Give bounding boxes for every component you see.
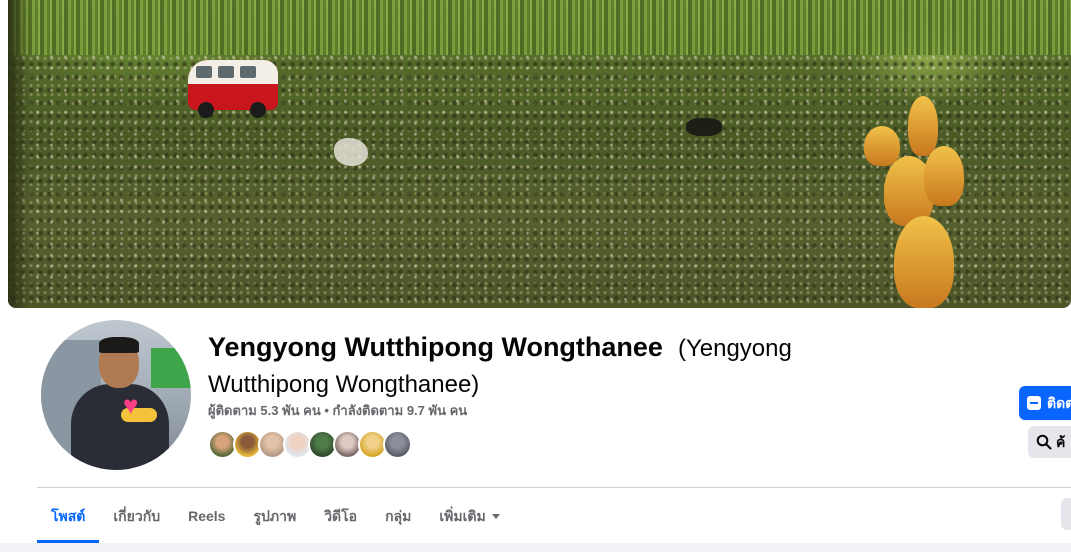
search-button[interactable]: ค้ — [1028, 426, 1071, 458]
profile-tabs: โพสต์ เกี่ยวกับ Reels รูปภาพ วิดีโอ กลุ่… — [37, 489, 514, 543]
cover-stone — [334, 138, 368, 166]
cover-object — [686, 118, 722, 136]
tab-label: โพสต์ — [51, 508, 86, 524]
search-icon — [1036, 434, 1052, 450]
tab-label: Reels — [188, 508, 226, 524]
tab-reels[interactable]: Reels — [174, 489, 239, 543]
page-background-strip — [0, 543, 1071, 552]
follower-stats[interactable]: ผู้ติดตาม 5.3 พัน คน • กำลังติดตาม 9.7 พ… — [208, 403, 467, 419]
tab-label: เกี่ยวกับ — [113, 508, 161, 524]
profile-primary-name: Yengyong Wutthipong Wongthanee — [208, 332, 663, 362]
profile-avatar[interactable]: ♥ — [41, 320, 191, 470]
profile-name: Yengyong Wutthipong Wongthanee (Yengyong… — [208, 330, 868, 402]
tab-photos[interactable]: รูปภาพ — [239, 489, 310, 543]
cover-shadow — [8, 0, 30, 308]
more-options-button[interactable] — [1061, 498, 1071, 530]
tab-groups[interactable]: กลุ่ม — [371, 489, 425, 543]
follow-button[interactable]: ติดต — [1019, 386, 1071, 420]
cover-plant — [854, 96, 994, 308]
follow-icon — [1027, 396, 1041, 410]
chevron-down-icon — [491, 514, 500, 519]
tab-label: เพิ่มเติม — [439, 508, 486, 524]
tab-posts[interactable]: โพสต์ — [37, 489, 100, 543]
tab-videos[interactable]: วิดีโอ — [310, 489, 371, 543]
heart-icon: ♥ — [123, 390, 139, 420]
toy-van-image — [184, 50, 282, 118]
tab-more[interactable]: เพิ่มเติม — [425, 489, 513, 543]
search-button-label: ค้ — [1056, 434, 1066, 450]
tab-about[interactable]: เกี่ยวกับ — [99, 489, 174, 543]
cover-photo[interactable] — [8, 0, 1071, 308]
follow-button-label: ติดต — [1047, 395, 1071, 411]
friend-avatar[interactable] — [383, 430, 412, 459]
cover-grass — [8, 0, 1071, 55]
profile-page: ♥ Yengyong Wutthipong Wongthanee (Yengyo… — [0, 0, 1071, 552]
tab-label: รูปภาพ — [253, 508, 297, 524]
tab-label: วิดีโอ — [324, 508, 358, 524]
tab-label: กลุ่ม — [385, 508, 412, 524]
header-divider — [37, 487, 1071, 488]
